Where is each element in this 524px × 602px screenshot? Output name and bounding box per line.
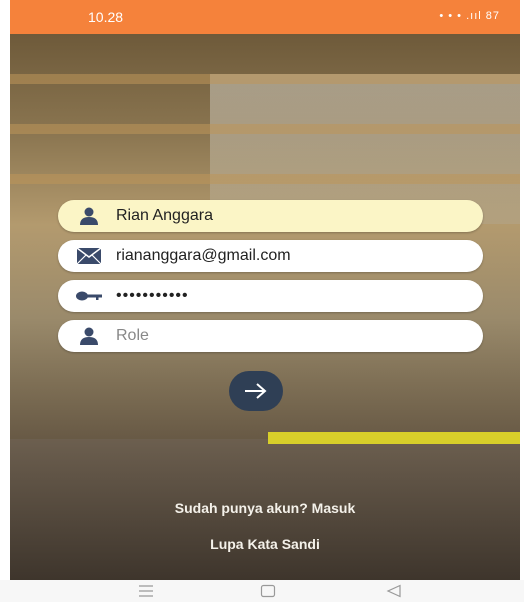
status-bar: 10.28 • • • .ııl 87: [10, 0, 520, 34]
forgot-password-link[interactable]: Lupa Kata Sandi: [10, 536, 520, 552]
mail-icon: [76, 247, 102, 265]
password-value: •••••••••••: [116, 287, 189, 304]
email-value: riananggara@gmail.com: [116, 247, 291, 264]
home-icon[interactable]: [260, 584, 276, 598]
name-value: Rian Anggara: [116, 207, 213, 224]
status-time: 10.28: [88, 9, 124, 25]
role-placeholder: Role: [116, 327, 149, 344]
submit-button[interactable]: [229, 371, 283, 411]
login-link[interactable]: Sudah punya akun? Masuk: [10, 500, 520, 516]
role-field[interactable]: Role: [58, 320, 483, 352]
person-icon: [80, 327, 98, 345]
background-yellow-line: [268, 432, 520, 444]
background-beam: [10, 74, 520, 84]
signup-screen: Rian Anggara riananggara@gmail.com •••••…: [10, 34, 520, 580]
key-icon: [76, 291, 102, 301]
password-field[interactable]: •••••••••••: [58, 280, 483, 312]
arrow-right-icon: [245, 383, 267, 399]
email-field[interactable]: riananggara@gmail.com: [58, 240, 483, 272]
navigation-bar: [0, 580, 524, 602]
menu-icon[interactable]: [138, 584, 154, 598]
person-icon: [80, 207, 98, 225]
background-beam: [10, 174, 520, 184]
status-indicators: • • • .ııl 87: [439, 10, 500, 22]
back-icon[interactable]: [386, 584, 402, 598]
name-field[interactable]: Rian Anggara: [58, 200, 483, 232]
background-beam: [10, 124, 520, 134]
